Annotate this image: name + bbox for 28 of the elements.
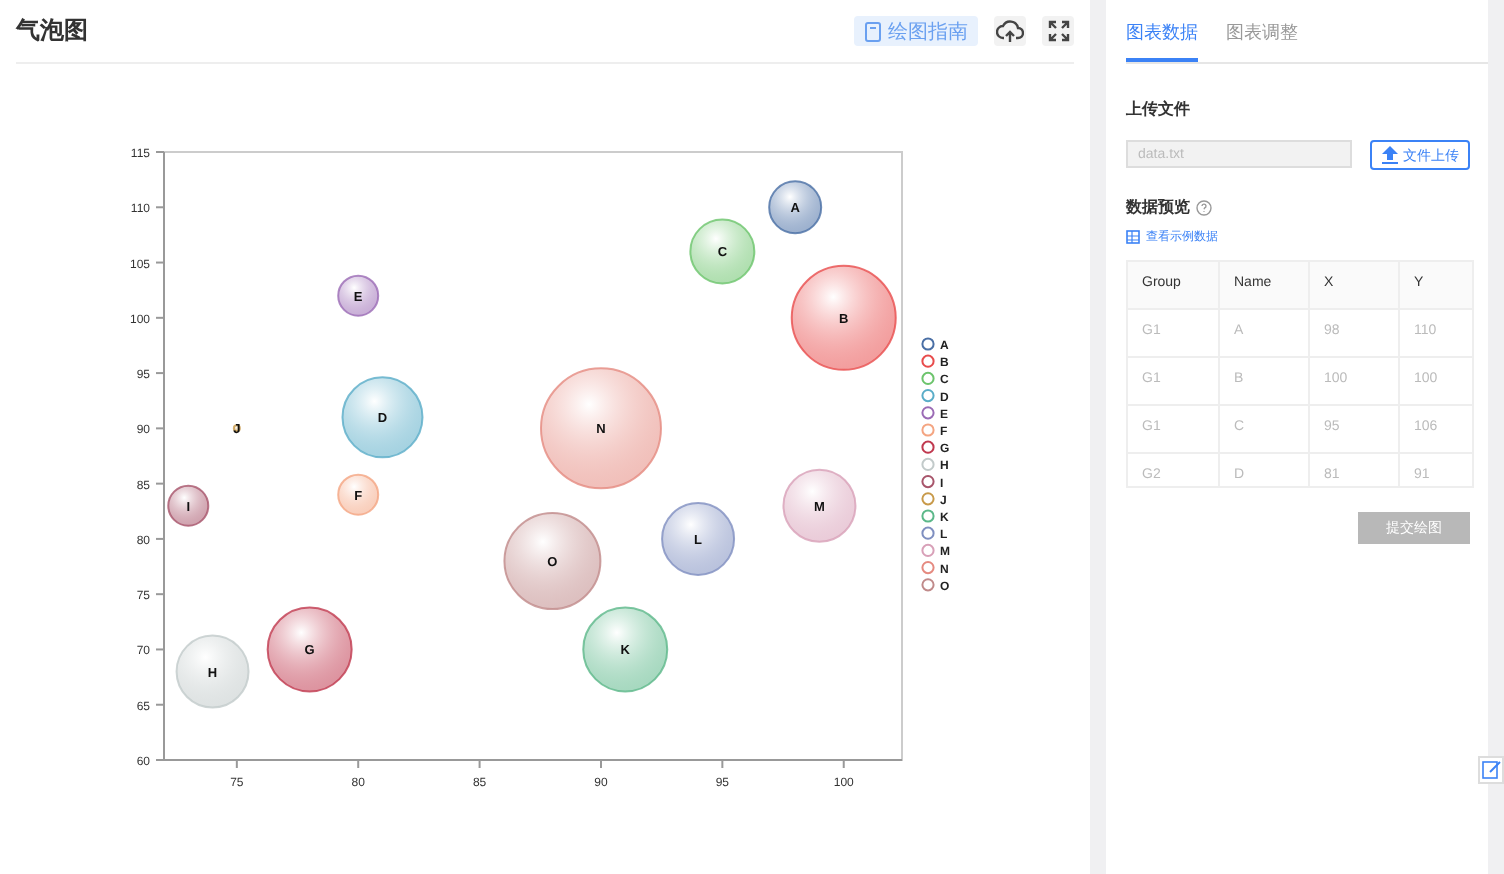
edit-button[interactable] xyxy=(1478,756,1504,784)
document-icon xyxy=(864,21,882,41)
table-icon xyxy=(1126,230,1140,244)
upload-icon xyxy=(1381,146,1397,164)
legend-marker xyxy=(921,526,935,540)
help-icon[interactable] xyxy=(1196,199,1212,215)
legend-marker xyxy=(921,337,935,351)
chart-title: 气泡图 xyxy=(16,14,88,48)
legend-marker xyxy=(921,509,935,523)
legend-marker xyxy=(921,578,935,592)
legend-marker xyxy=(921,440,935,454)
legend-marker xyxy=(921,543,935,557)
upload-label: 上传文件 xyxy=(1126,98,1192,120)
preview-label: 数据预览 xyxy=(1126,196,1190,218)
tab[interactable]: 图表数据 xyxy=(1126,20,1198,62)
legend-marker xyxy=(921,475,935,489)
fullscreen-button[interactable] xyxy=(1042,16,1074,46)
legend-marker xyxy=(921,389,935,403)
legend-marker xyxy=(921,371,935,385)
legend-marker xyxy=(921,561,935,575)
legend-marker xyxy=(921,354,935,368)
legend-marker xyxy=(921,406,935,420)
guide-button[interactable]: 绘图指南 xyxy=(854,16,978,46)
legend-marker xyxy=(921,423,935,437)
legend-marker xyxy=(921,492,935,506)
cloud-upload-button[interactable] xyxy=(994,16,1026,46)
legend-marker xyxy=(921,457,935,471)
tab[interactable]: 图表调整 xyxy=(1226,20,1298,62)
